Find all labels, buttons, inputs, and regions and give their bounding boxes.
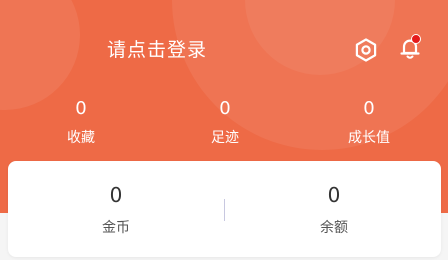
stat-value: 0 <box>75 98 87 119</box>
wallet-card: 0 金币 0 余额 <box>8 161 441 257</box>
stat-growth-points[interactable]: 0 成长值 <box>319 96 419 148</box>
stat-label: 足迹 <box>211 130 239 146</box>
decorative-circle <box>0 0 80 110</box>
stat-favorites[interactable]: 0 收藏 <box>31 96 131 148</box>
wallet-coins[interactable]: 0 金币 <box>36 181 196 237</box>
stats-row: 0 收藏 0 足迹 0 成长值 <box>0 96 448 156</box>
stat-label: 成长值 <box>348 130 390 146</box>
stat-value: 0 <box>219 98 231 119</box>
notification-dot <box>411 34 421 44</box>
wallet-label: 金币 <box>102 220 130 236</box>
login-prompt[interactable]: 请点击登录 <box>107 36 207 64</box>
settings-icon[interactable] <box>353 37 379 63</box>
stat-value: 0 <box>363 98 375 119</box>
wallet-label: 余额 <box>320 220 348 236</box>
profile-screen: 请点击登录 0 收藏 0 足迹 0 成长值 0 金币 0 余额 <box>0 0 448 260</box>
wallet-value: 0 <box>327 183 341 207</box>
wallet-balance[interactable]: 0 余额 <box>254 181 414 237</box>
wallet-value: 0 <box>109 183 123 207</box>
stat-footprints[interactable]: 0 足迹 <box>175 96 275 148</box>
stat-label: 收藏 <box>67 130 95 146</box>
wallet-divider <box>224 199 225 221</box>
notification-bell-icon[interactable] <box>396 34 424 62</box>
